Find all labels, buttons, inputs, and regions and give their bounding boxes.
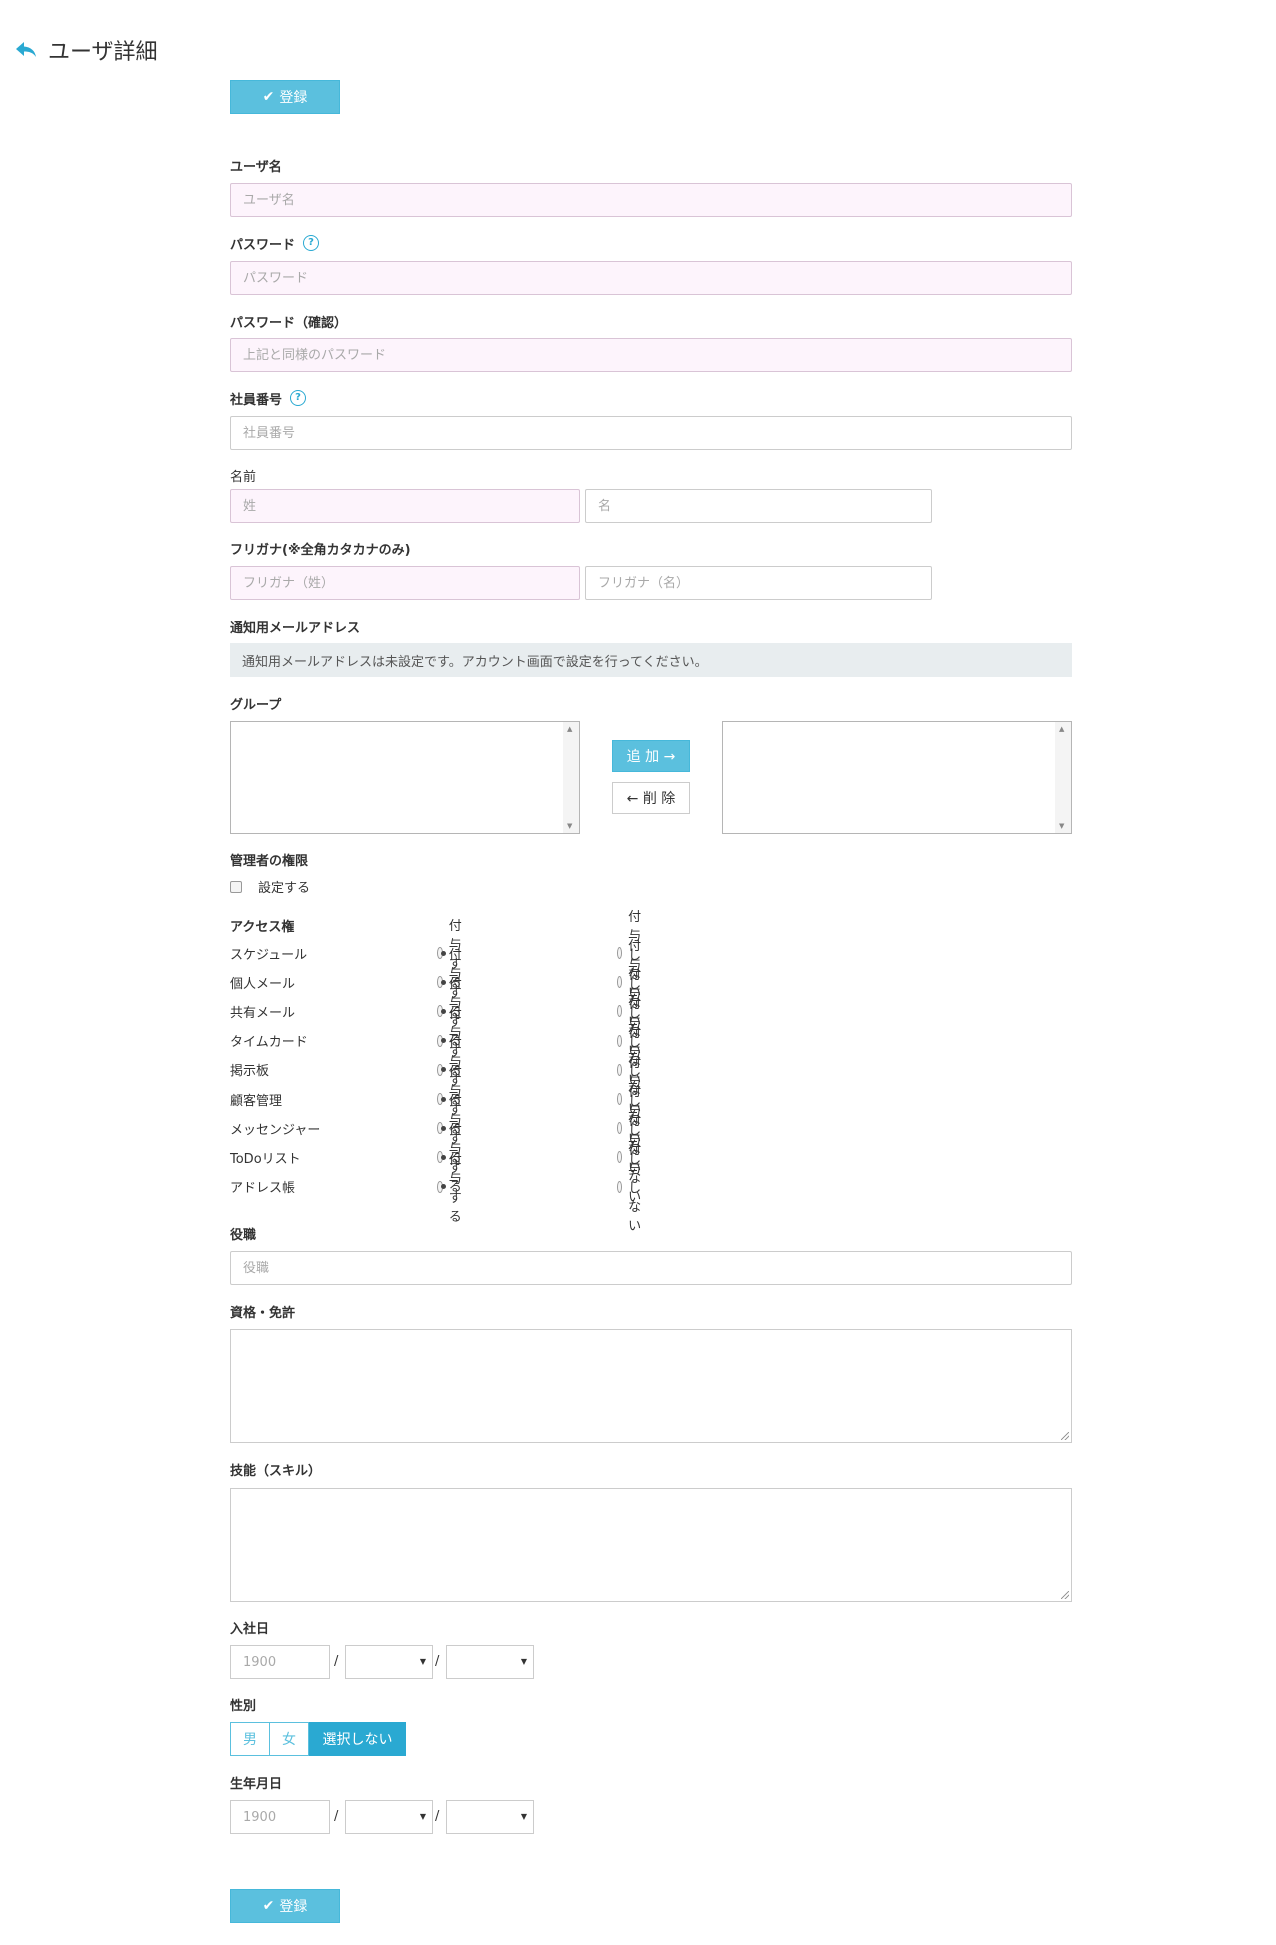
- check-icon: ✔: [262, 1898, 275, 1914]
- skill-textarea[interactable]: [230, 1488, 1072, 1602]
- birth-day-select[interactable]: ▼: [446, 1800, 534, 1834]
- last-kana-input[interactable]: [230, 566, 580, 600]
- access-deny-option[interactable]: 付与しない: [617, 1139, 648, 1234]
- skill-label: 技能（スキル）: [230, 1463, 322, 1479]
- password-confirm-input[interactable]: [230, 338, 1072, 372]
- reply-arrow-icon[interactable]: [14, 39, 38, 61]
- notify-email-notice: 通知用メールアドレスは未設定です。アカウント画面で設定を行ってください。: [230, 643, 1072, 677]
- password-confirm-label: パスワード（確認）: [230, 315, 348, 331]
- access-item-label: 共有メール: [230, 1005, 296, 1021]
- access-label: アクセス権: [230, 919, 295, 935]
- admin-label: 管理者の権限: [230, 853, 309, 869]
- qualification-textarea[interactable]: [230, 1329, 1072, 1443]
- employee-no-label: 社員番号 ?: [230, 389, 307, 408]
- position-input[interactable]: [230, 1251, 1072, 1285]
- access-item-label: 個人メール: [230, 976, 296, 992]
- selected-groups-list[interactable]: ▲ ▼: [722, 721, 1072, 834]
- caret-down-icon: ▼: [419, 1657, 426, 1666]
- resize-grip-icon[interactable]: [1061, 1591, 1069, 1599]
- kana-label: フリガナ(※全角カタカナのみ): [230, 542, 411, 558]
- admin-checkbox-row: 設定する: [230, 877, 310, 896]
- birth-year-input[interactable]: 1900: [230, 1800, 330, 1834]
- access-item-label: メッセンジャー: [230, 1122, 321, 1138]
- hire-date-label: 入社日: [230, 1621, 270, 1637]
- remove-group-button[interactable]: ← 削 除: [612, 782, 690, 814]
- gender-toggle-group: 男 女 選択しない: [230, 1722, 406, 1756]
- password-input[interactable]: [230, 261, 1072, 295]
- qualification-label: 資格・免許: [230, 1305, 296, 1321]
- access-grant-option[interactable]: 付与する: [437, 1149, 468, 1225]
- help-icon[interactable]: ?: [290, 390, 307, 406]
- caret-down-icon: ▼: [419, 1812, 426, 1821]
- submit-button-bottom[interactable]: ✔ 登録: [230, 1889, 340, 1923]
- birth-date-label: 生年月日: [230, 1776, 283, 1792]
- first-kana-input[interactable]: [585, 566, 932, 600]
- add-group-button[interactable]: 追 加 →: [612, 740, 690, 772]
- check-icon: ✔: [262, 89, 275, 105]
- access-item-label: ToDoリスト: [230, 1151, 301, 1167]
- caret-down-icon: ▼: [520, 1657, 527, 1666]
- access-item-label: アドレス帳: [230, 1181, 296, 1197]
- first-name-input[interactable]: [585, 489, 932, 523]
- employee-no-input[interactable]: [230, 416, 1072, 450]
- position-label: 役職: [230, 1227, 257, 1243]
- page-header: ユーザ詳細: [14, 34, 158, 66]
- birth-month-select[interactable]: ▼: [345, 1800, 433, 1834]
- available-groups-list[interactable]: ▲ ▼: [230, 721, 580, 834]
- gender-label: 性別: [230, 1698, 257, 1714]
- username-input[interactable]: [230, 183, 1072, 217]
- scrollbar[interactable]: ▲ ▼: [563, 722, 579, 833]
- scrollbar[interactable]: ▲ ▼: [1055, 722, 1071, 833]
- admin-checkbox-label: 設定する: [258, 881, 311, 896]
- hire-day-select[interactable]: ▼: [446, 1645, 534, 1679]
- last-name-input[interactable]: [230, 489, 580, 523]
- hire-year-input[interactable]: 1900: [230, 1645, 330, 1679]
- gender-none-option[interactable]: 選択しない: [309, 1722, 406, 1756]
- hire-month-select[interactable]: ▼: [345, 1645, 433, 1679]
- access-item-label: スケジュール: [230, 947, 308, 963]
- username-label: ユーザ名: [230, 159, 282, 175]
- page-title: ユーザ詳細: [48, 40, 158, 65]
- gender-female-option[interactable]: 女: [270, 1722, 309, 1756]
- admin-checkbox[interactable]: [230, 880, 242, 893]
- radio-deny[interactable]: [617, 1180, 623, 1193]
- password-label: パスワード ?: [230, 234, 320, 253]
- resize-grip-icon[interactable]: [1061, 1432, 1069, 1440]
- group-label: グループ: [230, 697, 282, 713]
- name-label: 名前: [230, 469, 257, 485]
- radio-grant[interactable]: [437, 1180, 446, 1193]
- access-item-label: 顧客管理: [230, 1093, 283, 1109]
- access-item-label: タイムカード: [230, 1035, 308, 1051]
- access-item-label: 掲示板: [230, 1064, 270, 1080]
- caret-down-icon: ▼: [520, 1812, 527, 1821]
- gender-male-option[interactable]: 男: [230, 1722, 270, 1756]
- submit-button-top[interactable]: ✔ 登録: [230, 80, 340, 114]
- help-icon[interactable]: ?: [303, 235, 320, 251]
- notify-email-label: 通知用メールアドレス: [230, 620, 361, 636]
